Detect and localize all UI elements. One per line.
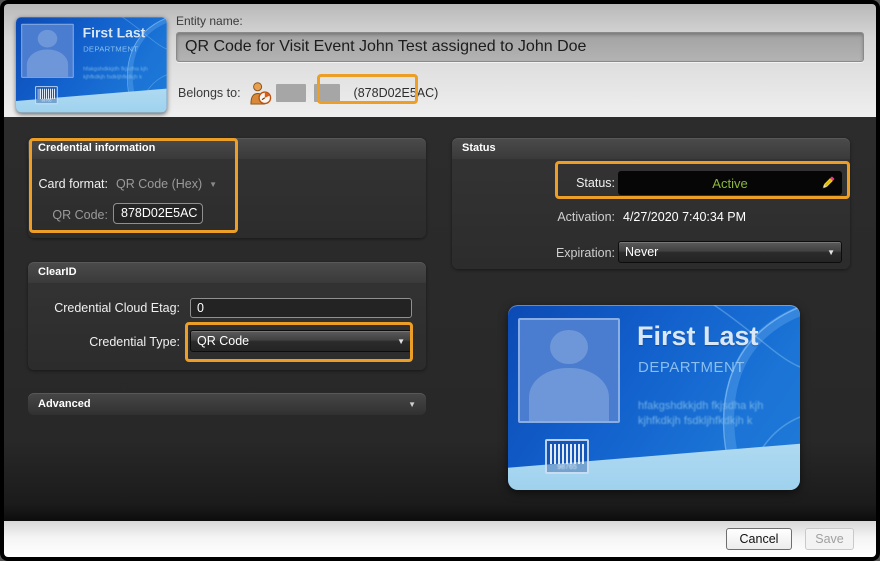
chevron-down-icon: ▼ [397,337,405,346]
dialog-header: First Last DEPARTMENT hfakgshdkkjdh fkjs… [4,4,876,117]
status-title: Status [452,138,850,159]
credential-type-label: Credential Type: [38,334,180,350]
belongs-to-row: Belongs to: (878D02E5AC) [178,78,442,108]
badge-photo-placeholder [518,318,620,423]
status-label: Status: [515,175,615,191]
card-department: DEPARTMENT [638,359,745,376]
credential-cloud-etag-input[interactable]: 0 [190,298,412,318]
card-blurred-text: hfakgshdkkjdh fkjsdha kjh kjhfkdkjh fsdk… [638,399,763,429]
card-department: DEPARTMENT [83,45,138,54]
person-silhouette-icon [550,330,587,364]
entity-name-input[interactable]: QR Code for Visit Event John Test assign… [176,32,864,62]
clearid-panel: ClearID Credential Cloud Etag: 0 Credent… [28,262,426,370]
card-holder-name: First Last [83,25,146,41]
credential-information-title: Credential information [28,138,426,159]
activation-value: 4/27/2020 7:40:34 PM [623,209,746,225]
badge-thumbnail: First Last DEPARTMENT hfakgshdkkjdh fkjs… [16,17,167,113]
card-format-label: Card format: [36,176,108,192]
card-holder-name: First Last [637,321,759,352]
status-panel: Status Status: Active Activation: 4/27/2… [452,138,850,269]
badge-preview: First Last DEPARTMENT hfakgshdkkjdh fkjs… [508,305,800,490]
belongs-to-entity-id: (878D02E5AC) [350,86,443,100]
status-value-field[interactable]: Active [618,171,842,195]
credential-cloud-etag-label: Credential Cloud Etag: [38,300,180,316]
dialog-body: Credential information Card format: QR C… [4,117,876,521]
card-blurred-text: hfakgshdkkjdh fkjsdha kjh kjhfkdkjh fsdk… [83,66,148,81]
badge-photo-placeholder [21,24,74,78]
edit-pencil-icon[interactable] [820,175,836,191]
barcode-icon: 98765 [545,439,589,474]
chevron-down-icon: ▼ [408,400,416,409]
badge-card: First Last DEPARTMENT hfakgshdkkjdh fkjs… [16,17,167,112]
dialog-footer: Cancel Save [4,521,876,557]
qr-code-label: QR Code: [36,207,108,223]
chevron-down-icon: ▼ [209,180,217,189]
card-format-select[interactable]: QR Code (Hex)▼ [116,176,217,193]
advanced-expander[interactable]: Advanced ▼ [28,393,426,415]
person-silhouette-icon [38,30,57,48]
visitor-icon [249,81,272,106]
belongs-to-label: Belongs to: [178,86,241,100]
activation-label: Activation: [515,209,615,225]
expiration-label: Expiration: [515,245,615,261]
credential-type-dropdown[interactable]: QR Code▼ [190,330,412,352]
qr-code-field[interactable]: 878D02E5AC [113,203,203,224]
redacted-owner-name-2[interactable] [314,84,340,102]
clearid-title: ClearID [28,262,426,283]
chevron-down-icon: ▼ [827,248,835,257]
badge-card: First Last DEPARTMENT hfakgshdkkjdh fkjs… [508,305,800,490]
status-value: Active [712,176,747,191]
credential-dialog: First Last DEPARTMENT hfakgshdkkjdh fkjs… [0,0,880,561]
advanced-title: Advanced [38,398,91,410]
credential-information-panel: Credential information Card format: QR C… [28,138,426,238]
barcode-icon: 98765 [35,86,58,104]
save-button[interactable]: Save [805,528,854,550]
entity-name-label: Entity name: [176,14,243,28]
cancel-button[interactable]: Cancel [726,528,792,550]
redacted-owner-name[interactable] [276,84,306,102]
expiration-dropdown[interactable]: Never▼ [618,241,842,263]
